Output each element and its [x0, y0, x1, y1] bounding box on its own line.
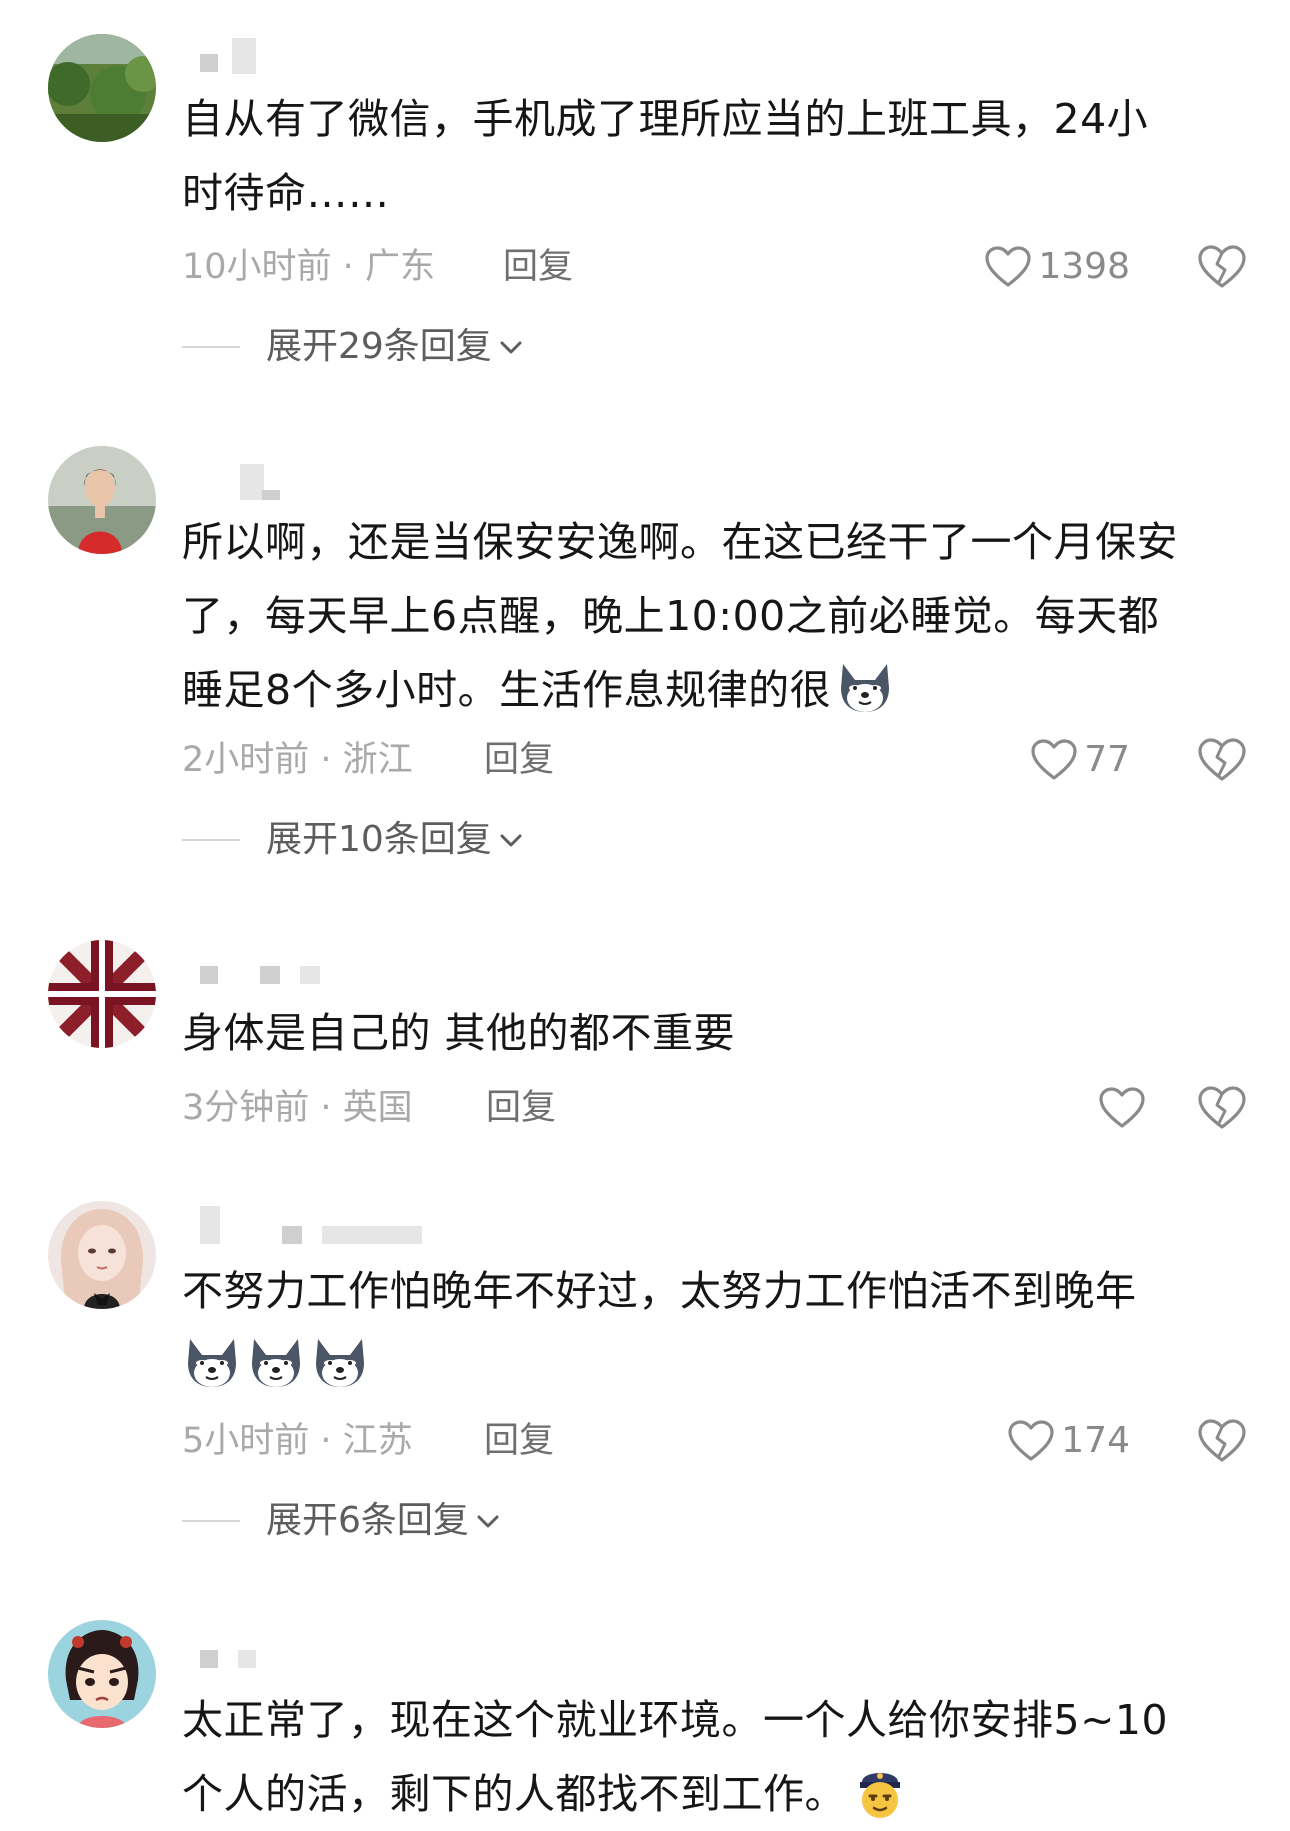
- divider-dash: [182, 1520, 240, 1522]
- dislike-button[interactable]: [1197, 1085, 1247, 1131]
- reply-button[interactable]: 回复: [484, 1416, 554, 1466]
- comment-meta: 5小时前 · 江苏: [182, 1421, 413, 1461]
- dislike-button[interactable]: [1197, 1418, 1247, 1464]
- comment-text: 身体是自己的 其他的都不重要: [182, 1009, 736, 1057]
- heart-icon: [985, 246, 1031, 287]
- husky-emoji: [182, 1333, 242, 1391]
- heart-broken-icon: [1198, 1086, 1246, 1129]
- cop-face-emoji: [850, 1762, 910, 1820]
- chevron-down-icon: [477, 1515, 499, 1528]
- chevron-down-icon: [500, 834, 522, 847]
- location: 浙江: [342, 740, 413, 780]
- dislike-button[interactable]: [1197, 737, 1247, 783]
- like-count: 77: [1084, 739, 1130, 780]
- heart-broken-icon: [1198, 1419, 1246, 1462]
- like-count: 1398: [1038, 246, 1130, 287]
- comment-text: 自从有了微信，手机成了理所应当的上班工具，24小 时待命……: [182, 95, 1149, 217]
- expand-replies-button[interactable]: 展开10条回复: [182, 815, 524, 865]
- heart-broken-icon: [1198, 245, 1246, 288]
- comment-text: 所以啊，还是当保安安逸啊。在这已经干了一个月保安 了，每天早上6点醒，晚上10:…: [182, 518, 1178, 716]
- comment-meta: 3分钟前 · 英国: [182, 1088, 413, 1128]
- comment-text: 不努力工作怕晚年不好过，太努力工作怕活不到晚年: [182, 1254, 1262, 1402]
- location: 江苏: [342, 1421, 413, 1461]
- comment-meta: 2小时前 · 浙江: [182, 740, 413, 780]
- reply-button[interactable]: 回复: [503, 242, 573, 292]
- heart-icon: [1008, 1420, 1054, 1461]
- comment-meta: 10小时前 · 广东: [182, 247, 435, 287]
- avatar[interactable]: [48, 940, 156, 1048]
- expand-replies-button[interactable]: 展开6条回复: [182, 1496, 501, 1546]
- avatar[interactable]: [48, 1201, 156, 1309]
- reply-button[interactable]: 回复: [486, 1083, 556, 1133]
- heart-broken-icon: [1198, 738, 1246, 781]
- avatar[interactable]: [48, 34, 156, 142]
- avatar[interactable]: [48, 1620, 156, 1728]
- heart-icon: [1099, 1087, 1145, 1128]
- timestamp: 10小时前: [182, 247, 332, 287]
- heart-icon: [1031, 739, 1077, 780]
- timestamp: 2小时前: [182, 740, 310, 780]
- timestamp: 5小时前: [182, 1421, 310, 1461]
- husky-emoji: [310, 1333, 370, 1391]
- like-count: 174: [1061, 1420, 1130, 1461]
- avatar[interactable]: [48, 446, 156, 554]
- divider-dash: [182, 346, 240, 348]
- like-button[interactable]: 77: [1030, 735, 1130, 785]
- expand-replies-button[interactable]: 展开29条回复: [182, 322, 524, 372]
- like-button[interactable]: 1398: [984, 242, 1130, 292]
- location: 广东: [364, 247, 435, 287]
- reply-button[interactable]: 回复: [484, 735, 554, 785]
- husky-emoji: [246, 1333, 306, 1391]
- chevron-down-icon: [500, 341, 522, 354]
- divider-dash: [182, 839, 240, 841]
- dislike-button[interactable]: [1197, 244, 1247, 290]
- timestamp: 3分钟前: [182, 1088, 310, 1128]
- husky-emoji: [835, 658, 895, 716]
- comment-text: 太正常了，现在这个就业环境。一个人给你安排5~10 个人的活，剩下的人都找不到工…: [182, 1696, 1169, 1820]
- like-button[interactable]: 174: [1007, 1416, 1130, 1466]
- like-button[interactable]: [1098, 1083, 1152, 1133]
- location: 英国: [342, 1088, 413, 1128]
